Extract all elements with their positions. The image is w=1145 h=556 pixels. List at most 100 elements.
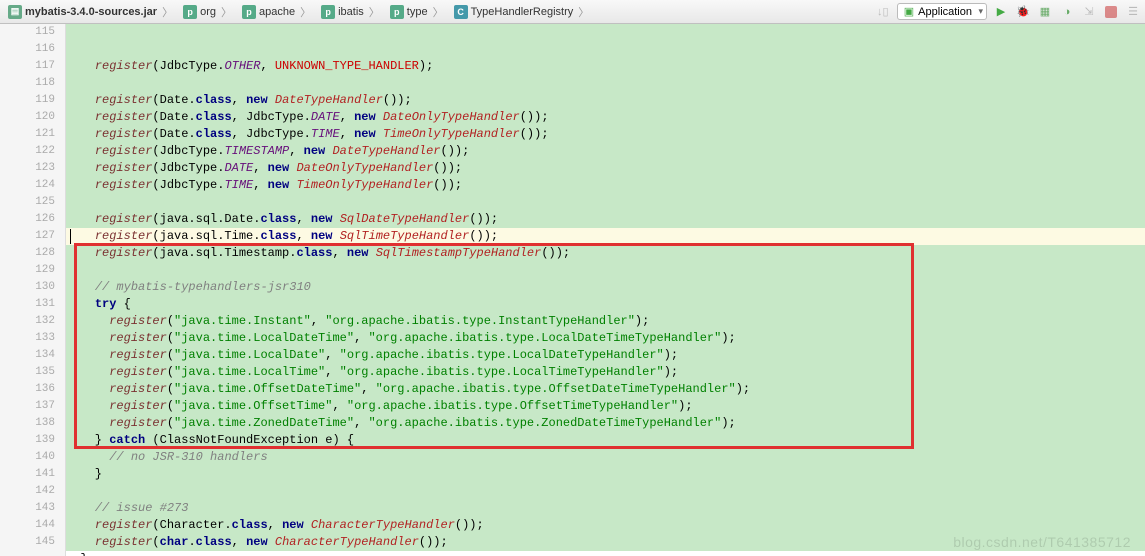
code-line: register("java.time.LocalDateTime", "org… [66, 330, 1145, 347]
debug-button[interactable]: 🐞 [1015, 4, 1031, 20]
profile-button[interactable]: ◑ [1059, 4, 1075, 20]
code-line: register(Date.class, new DateTypeHandler… [66, 92, 1145, 109]
code-line: register(java.sql.Time.class, new SqlTim… [66, 228, 1145, 245]
caret [70, 229, 71, 244]
package-icon: p [390, 5, 404, 19]
breadcrumb: ▤ mybatis-3.4.0-sources.jar 〉 p org 〉 p … [4, 3, 593, 21]
line-number: 126 [0, 211, 55, 228]
line-number: 136 [0, 381, 55, 398]
chevron-right-icon: 〉 [369, 4, 380, 20]
toolbar-actions: ↓▯ ▣ Application ▶ 🐞 ▦ ◑ ⇲ ☰ [875, 3, 1141, 20]
run-button[interactable]: ▶ [993, 4, 1009, 20]
line-number: 135 [0, 364, 55, 381]
breadcrumb-pkg-org[interactable]: p org 〉 [179, 3, 236, 21]
code-line: register("java.time.ZonedDateTime", "org… [66, 415, 1145, 432]
line-number: 133 [0, 330, 55, 347]
application-icon: ▣ [904, 5, 914, 18]
class-icon: C [454, 5, 468, 19]
line-number: 139 [0, 432, 55, 449]
chevron-right-icon: 〉 [578, 4, 589, 20]
chevron-right-icon: 〉 [221, 4, 232, 20]
code-line: register("java.time.Instant", "org.apach… [66, 313, 1145, 330]
coverage-button[interactable]: ▦ [1037, 4, 1053, 20]
code-line [66, 483, 1145, 500]
line-number: 117 [0, 58, 55, 75]
stop-icon [1105, 6, 1117, 18]
code-line [66, 262, 1145, 279]
chevron-right-icon: 〉 [162, 4, 173, 20]
breadcrumb-label: org [200, 6, 216, 18]
code-line: register("java.time.OffsetDateTime", "or… [66, 381, 1145, 398]
line-number: 132 [0, 313, 55, 330]
line-number: 124 [0, 177, 55, 194]
breadcrumb-label: apache [259, 6, 295, 18]
breadcrumb-pkg-type[interactable]: p type 〉 [386, 3, 448, 21]
search-everywhere-button[interactable]: ☰ [1125, 4, 1141, 20]
watermark-text: blog.csdn.net/T641385712 [953, 534, 1131, 550]
package-icon: p [242, 5, 256, 19]
line-number: 127 [0, 228, 55, 245]
package-icon: p [183, 5, 197, 19]
line-number: 116 [0, 41, 55, 58]
run-config-label: Application [918, 6, 972, 18]
code-line: register(JdbcType.OTHER, UNKNOWN_TYPE_HA… [66, 58, 1145, 75]
line-number: 125 [0, 194, 55, 211]
breadcrumb-pkg-apache[interactable]: p apache 〉 [238, 3, 315, 21]
line-number: 144 [0, 517, 55, 534]
package-icon: p [321, 5, 335, 19]
code-line: try { [66, 296, 1145, 313]
line-number: 123 [0, 160, 55, 177]
line-gutter: 1151161171181191201211221231241251261271… [0, 24, 66, 556]
code-line: register(Character.class, new CharacterT… [66, 517, 1145, 534]
line-number: 119 [0, 92, 55, 109]
code-line [66, 194, 1145, 211]
line-number: 131 [0, 296, 55, 313]
code-line: register(java.sql.Timestamp.class, new S… [66, 245, 1145, 262]
code-line: // mybatis-typehandlers-jsr310 [66, 279, 1145, 296]
code-line: } [66, 466, 1145, 483]
line-number: 140 [0, 449, 55, 466]
code-line: } catch (ClassNotFoundException e) { [66, 432, 1145, 449]
breadcrumb-pkg-ibatis[interactable]: p ibatis 〉 [317, 3, 384, 21]
code-line: register(Date.class, JdbcType.TIME, new … [66, 126, 1145, 143]
build-icon[interactable]: ↓▯ [875, 4, 891, 20]
chevron-right-icon: 〉 [300, 4, 311, 20]
code-line: register("java.time.LocalTime", "org.apa… [66, 364, 1145, 381]
code-line: register(JdbcType.TIMESTAMP, new DateTyp… [66, 143, 1145, 160]
code-line: // issue #273 [66, 500, 1145, 517]
line-number: 118 [0, 75, 55, 92]
attach-button[interactable]: ⇲ [1081, 4, 1097, 20]
breadcrumb-label: mybatis-3.4.0-sources.jar [25, 6, 157, 18]
stop-button[interactable] [1103, 4, 1119, 20]
line-number: 115 [0, 24, 55, 41]
line-number: 121 [0, 126, 55, 143]
line-number: 128 [0, 245, 55, 262]
line-number: 129 [0, 262, 55, 279]
line-number: 138 [0, 415, 55, 432]
code-line: register(Date.class, JdbcType.DATE, new … [66, 109, 1145, 126]
line-number: 137 [0, 398, 55, 415]
line-number: 122 [0, 143, 55, 160]
line-number: 120 [0, 109, 55, 126]
jar-icon: ▤ [8, 5, 22, 19]
code-area[interactable]: register(JdbcType.OTHER, UNKNOWN_TYPE_HA… [66, 24, 1145, 556]
line-number: 130 [0, 279, 55, 296]
line-number: 143 [0, 500, 55, 517]
code-editor[interactable]: 1151161171181191201211221231241251261271… [0, 24, 1145, 556]
line-number: 145 [0, 534, 55, 551]
run-configuration-select[interactable]: ▣ Application [897, 3, 987, 20]
breadcrumb-class[interactable]: C TypeHandlerRegistry 〉 [450, 3, 594, 21]
line-number: 141 [0, 466, 55, 483]
breadcrumb-jar[interactable]: ▤ mybatis-3.4.0-sources.jar 〉 [4, 3, 177, 21]
code-line: register(JdbcType.DATE, new DateOnlyType… [66, 160, 1145, 177]
breadcrumb-label: type [407, 6, 428, 18]
line-number: 142 [0, 483, 55, 500]
breadcrumb-label: TypeHandlerRegistry [471, 6, 574, 18]
code-line: register(java.sql.Date.class, new SqlDat… [66, 211, 1145, 228]
navigation-bar: ▤ mybatis-3.4.0-sources.jar 〉 p org 〉 p … [0, 0, 1145, 24]
code-line: register("java.time.LocalDate", "org.apa… [66, 347, 1145, 364]
code-line: // no JSR-310 handlers [66, 449, 1145, 466]
line-number: 134 [0, 347, 55, 364]
code-line: register(JdbcType.TIME, new TimeOnlyType… [66, 177, 1145, 194]
code-line: } [66, 551, 1145, 556]
